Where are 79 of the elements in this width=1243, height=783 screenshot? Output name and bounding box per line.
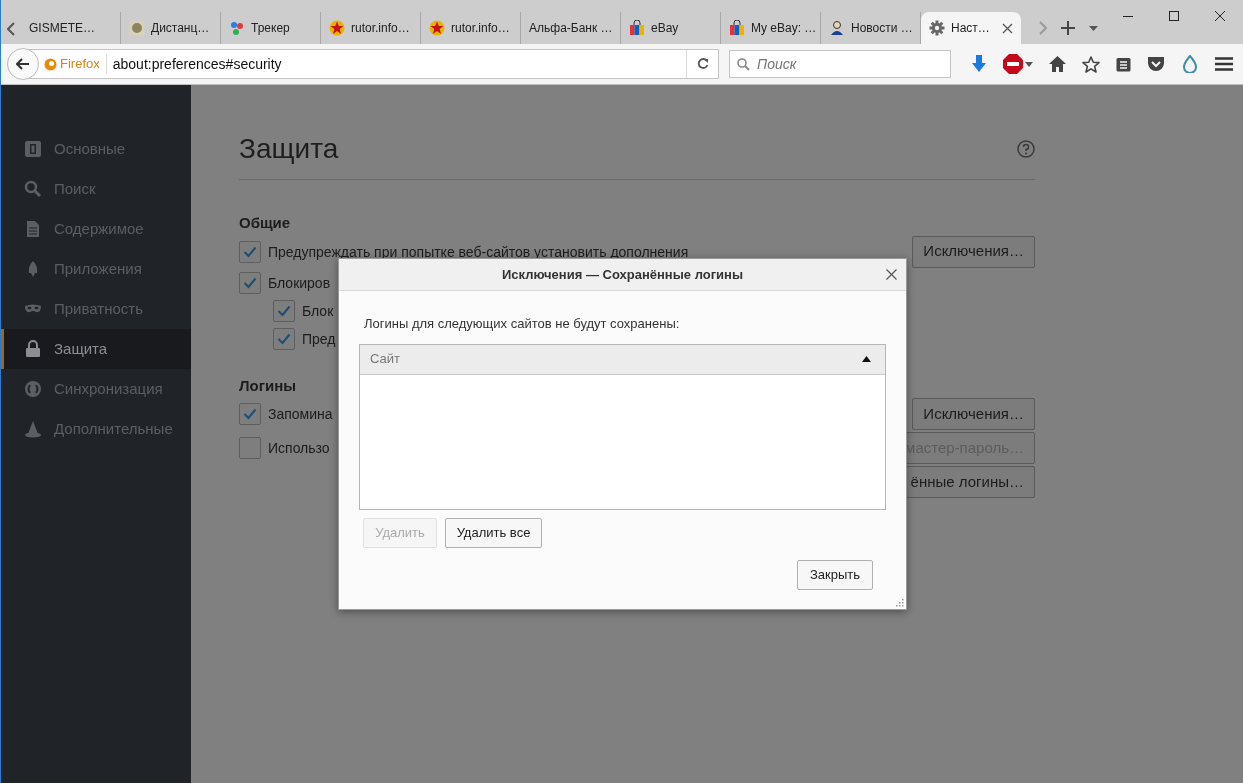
search-icon — [737, 58, 750, 71]
checkbox[interactable] — [273, 299, 295, 322]
person-icon — [829, 20, 845, 36]
checkbox[interactable] — [273, 327, 295, 350]
sidebar-item[interactable]: Приложения — [1, 249, 191, 289]
sidebar-item[interactable]: Защита — [1, 329, 191, 369]
sidebar-item[interactable]: Дополнительные — [1, 409, 191, 449]
new-tab-icon[interactable] — [1061, 21, 1075, 35]
list-icon[interactable] — [1116, 56, 1131, 72]
dialog-description: Логины для следующих сайтов не будут сохранены: — [363, 315, 681, 333]
star-icon[interactable] — [1082, 55, 1100, 73]
sidebar-item[interactable]: Синхронизация — [1, 369, 191, 409]
checkbox[interactable] — [239, 437, 261, 459]
close-dialog-button[interactable]: Закрыть — [797, 559, 873, 590]
search-field[interactable]: Поиск — [729, 50, 951, 78]
dialog-button[interactable]: Удалить все — [445, 517, 542, 548]
checkbox-label: Предупреждать при попытке веб-сайтов установить дополнения — [268, 243, 689, 260]
back-arrow-icon — [16, 58, 30, 70]
dropdown-caret-icon[interactable] — [1089, 25, 1098, 31]
padlock-icon — [24, 340, 42, 358]
section-heading: Общие — [239, 213, 292, 233]
preferences-button[interactable]: Исключения… — [912, 398, 1035, 430]
stop-sign-icon[interactable] — [1003, 54, 1023, 74]
reload-icon — [696, 58, 709, 70]
close-icon — [885, 268, 897, 280]
sidebar-item[interactable]: Содержимое — [1, 209, 191, 249]
checkbox[interactable] — [239, 240, 261, 263]
help-icon[interactable] — [1017, 140, 1035, 158]
search-icon — [24, 180, 42, 198]
site-list[interactable]: Сайт — [359, 343, 886, 510]
maximize-icon[interactable] — [1169, 11, 1179, 21]
identity-label[interactable]: Firefox — [60, 54, 100, 74]
checkbox-label: Использо — [268, 440, 330, 456]
checkbox[interactable] — [239, 271, 261, 294]
url-field[interactable]: about:preferences#security — [106, 53, 686, 75]
sidebar-item[interactable]: Основные — [1, 129, 191, 169]
checkbox-label: Пред — [302, 330, 336, 347]
checkbox-label: Блокиров — [268, 274, 331, 291]
check-icon — [243, 408, 257, 420]
scroll-left-icon[interactable] — [7, 21, 15, 36]
molecule-icon — [229, 20, 245, 36]
drop-icon[interactable] — [1181, 55, 1199, 73]
shopping-bag-icon — [629, 20, 645, 36]
close-icon[interactable] — [1215, 11, 1225, 21]
resize-grip-icon[interactable] — [896, 599, 904, 607]
minimize-icon[interactable] — [1123, 15, 1133, 17]
sync-icon — [24, 380, 42, 398]
star-emblem-icon — [329, 20, 345, 36]
dropdown-caret-icon[interactable] — [1025, 61, 1033, 67]
back-button[interactable] — [7, 48, 39, 80]
page-title: Защита — [239, 132, 339, 166]
checkbox-label: Блок — [302, 302, 334, 319]
emblem-icon — [129, 20, 145, 36]
checkbox-label: Запомина — [268, 406, 333, 422]
check-icon — [277, 304, 291, 317]
download-icon[interactable] — [971, 55, 987, 73]
close-button[interactable] — [884, 267, 898, 281]
preferences-button[interactable]: Исключения… — [912, 235, 1035, 268]
browser-tab[interactable]: Наст… — [921, 12, 1021, 44]
firefox-logo-icon — [44, 57, 57, 71]
pocket-icon[interactable] — [1147, 56, 1165, 72]
star-emblem-icon — [429, 20, 445, 36]
switch-icon — [24, 140, 42, 158]
home-icon[interactable] — [1049, 56, 1066, 72]
close-icon[interactable] — [1002, 22, 1013, 34]
sidebar-item[interactable]: Приватность — [1, 289, 191, 329]
column-header[interactable]: Сайт — [360, 344, 885, 375]
wizard-hat-icon — [24, 420, 42, 438]
check-icon — [243, 276, 257, 289]
dialog-title: Исключения — Сохранённые логины — [501, 265, 744, 284]
shopping-bag-icon — [729, 20, 745, 36]
checkbox[interactable] — [239, 403, 261, 425]
section-heading: Логины — [239, 375, 298, 396]
menu-icon[interactable] — [1215, 57, 1233, 71]
sidebar-item[interactable]: Поиск — [1, 169, 191, 209]
check-icon — [277, 332, 291, 345]
document-icon — [24, 220, 42, 238]
gear-icon — [929, 20, 945, 36]
check-icon — [243, 245, 257, 258]
